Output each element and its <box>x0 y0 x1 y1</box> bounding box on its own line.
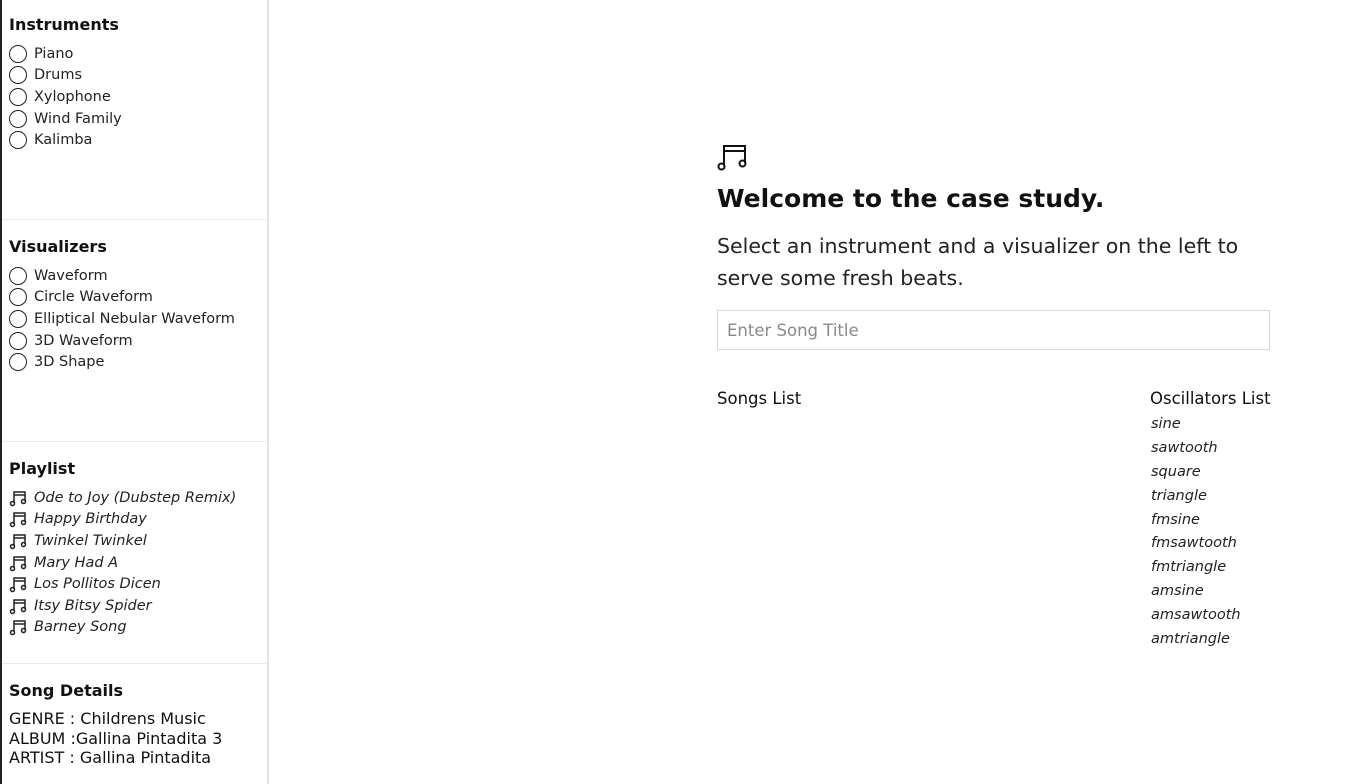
song-album: ALBUM :Gallina Pintadita 3 <box>9 728 223 748</box>
oscillator-item[interactable]: amtriangle <box>1151 628 1241 652</box>
instrument-option-xylophone[interactable]: Xylophone <box>9 86 267 108</box>
visualizer-label: 3D Waveform <box>34 332 133 349</box>
playlist-item[interactable]: Mary Had A <box>9 552 267 574</box>
songs-list-label: Songs List <box>717 389 802 408</box>
music-note-icon <box>717 145 747 171</box>
visualizers-section: Visualizers Waveform Circle Waveform Ell… <box>2 237 267 442</box>
oscillators-list-label: Oscillators List <box>1150 389 1271 408</box>
playlist-section: Playlist Ode to Joy (Dubstep Remix) Happ… <box>2 459 267 664</box>
page-subtitle: Select an instrument and a visualizer on… <box>717 234 1239 290</box>
instrument-label: Xylophone <box>34 88 111 105</box>
instrument-label: Drums <box>34 67 82 84</box>
song-genre: GENRE : Childrens Music <box>9 709 206 728</box>
song-artist: ARTIST : Gallina Pintadita <box>9 748 212 768</box>
playlist-title: Playlist <box>9 459 76 478</box>
visualizers-title: Visualizers <box>9 237 107 256</box>
radio-unchecked-icon[interactable] <box>9 44 27 63</box>
music-note-icon <box>9 577 27 593</box>
visualizer-label: Circle Waveform <box>34 289 153 306</box>
instrument-option-wind-family[interactable]: Wind Family <box>9 108 267 130</box>
oscillator-item[interactable]: amsawtooth <box>1151 604 1241 628</box>
instrument-label: Kalimba <box>34 132 93 149</box>
music-note-icon <box>9 534 27 550</box>
visualizer-option-3d-shape[interactable]: 3D Shape <box>9 351 267 373</box>
oscillator-item[interactable]: sawtooth <box>1151 437 1241 461</box>
radio-unchecked-icon[interactable] <box>9 66 27 85</box>
playlist-item-label: Ode to Joy (Dubstep Remix) <box>34 489 237 506</box>
playlist-item-label: Mary Had A <box>34 554 119 571</box>
music-note-icon <box>9 512 27 528</box>
oscillator-item[interactable]: fmsine <box>1151 509 1241 533</box>
instrument-option-drums[interactable]: Drums <box>9 65 267 87</box>
music-note-icon <box>9 555 27 571</box>
visualizer-option-elliptical-nebular-waveform[interactable]: Elliptical Nebular Waveform <box>9 308 267 330</box>
visualizer-option-circle-waveform[interactable]: Circle Waveform <box>9 287 267 309</box>
oscillator-item[interactable]: triangle <box>1151 485 1241 509</box>
playlist-item[interactable]: Happy Birthday <box>9 509 267 531</box>
radio-unchecked-icon[interactable] <box>9 87 27 106</box>
music-note-icon <box>9 491 27 507</box>
playlist-item[interactable]: Los Pollitos Dicen <box>9 573 267 595</box>
music-note-icon <box>9 620 27 636</box>
instrument-option-piano[interactable]: Piano <box>9 43 267 65</box>
playlist-item[interactable]: Itsy Bitsy Spider <box>9 595 267 617</box>
playlist-item-label: Happy Birthday <box>34 511 147 528</box>
instrument-label: Piano <box>34 45 74 62</box>
instruments-section: Instruments Piano Drums Xylophone Wind F… <box>2 15 267 220</box>
oscillator-item[interactable]: fmtriangle <box>1151 556 1241 580</box>
radio-unchecked-icon[interactable] <box>9 309 27 328</box>
radio-unchecked-icon[interactable] <box>9 331 27 350</box>
instrument-label: Wind Family <box>34 110 122 127</box>
playlist-item-label: Los Pollitos Dicen <box>34 576 161 593</box>
instruments-title: Instruments <box>9 15 119 34</box>
radio-unchecked-icon[interactable] <box>9 353 27 372</box>
oscillators-list: sine sawtooth square triangle fmsine fms… <box>1151 413 1241 652</box>
visualizer-label: 3D Shape <box>34 354 105 371</box>
music-note-icon <box>9 599 27 615</box>
instrument-option-kalimba[interactable]: Kalimba <box>9 129 267 151</box>
playlist-item[interactable]: Ode to Joy (Dubstep Remix) <box>9 487 267 509</box>
song-details-title: Song Details <box>9 681 123 700</box>
oscillator-item[interactable]: fmsawtooth <box>1151 532 1241 556</box>
oscillator-item[interactable]: amsine <box>1151 580 1241 604</box>
song-details-section: Song Details GENRE : Childrens Music ALB… <box>2 681 267 784</box>
sidebar: Instruments Piano Drums Xylophone Wind F… <box>0 0 269 784</box>
song-title-input[interactable] <box>717 310 1270 350</box>
radio-unchecked-icon[interactable] <box>9 109 27 128</box>
radio-unchecked-icon[interactable] <box>9 288 27 307</box>
oscillator-item[interactable]: square <box>1151 461 1241 485</box>
playlist-item-label: Twinkel Twinkel <box>34 532 147 549</box>
playlist-item[interactable]: Twinkel Twinkel <box>9 530 267 552</box>
oscillator-item[interactable]: sine <box>1151 413 1241 437</box>
radio-unchecked-icon[interactable] <box>9 266 27 285</box>
playlist-item-label: Barney Song <box>34 619 127 636</box>
visualizer-label: Waveform <box>34 267 108 284</box>
playlist-item[interactable]: Barney Song <box>9 617 267 639</box>
visualizer-option-waveform[interactable]: Waveform <box>9 265 267 287</box>
visualizer-label: Elliptical Nebular Waveform <box>34 310 235 327</box>
playlist-item-label: Itsy Bitsy Spider <box>34 597 152 614</box>
radio-unchecked-icon[interactable] <box>9 131 27 150</box>
visualizer-option-3d-waveform[interactable]: 3D Waveform <box>9 330 267 352</box>
page-title: Welcome to the case study. <box>717 184 1105 213</box>
